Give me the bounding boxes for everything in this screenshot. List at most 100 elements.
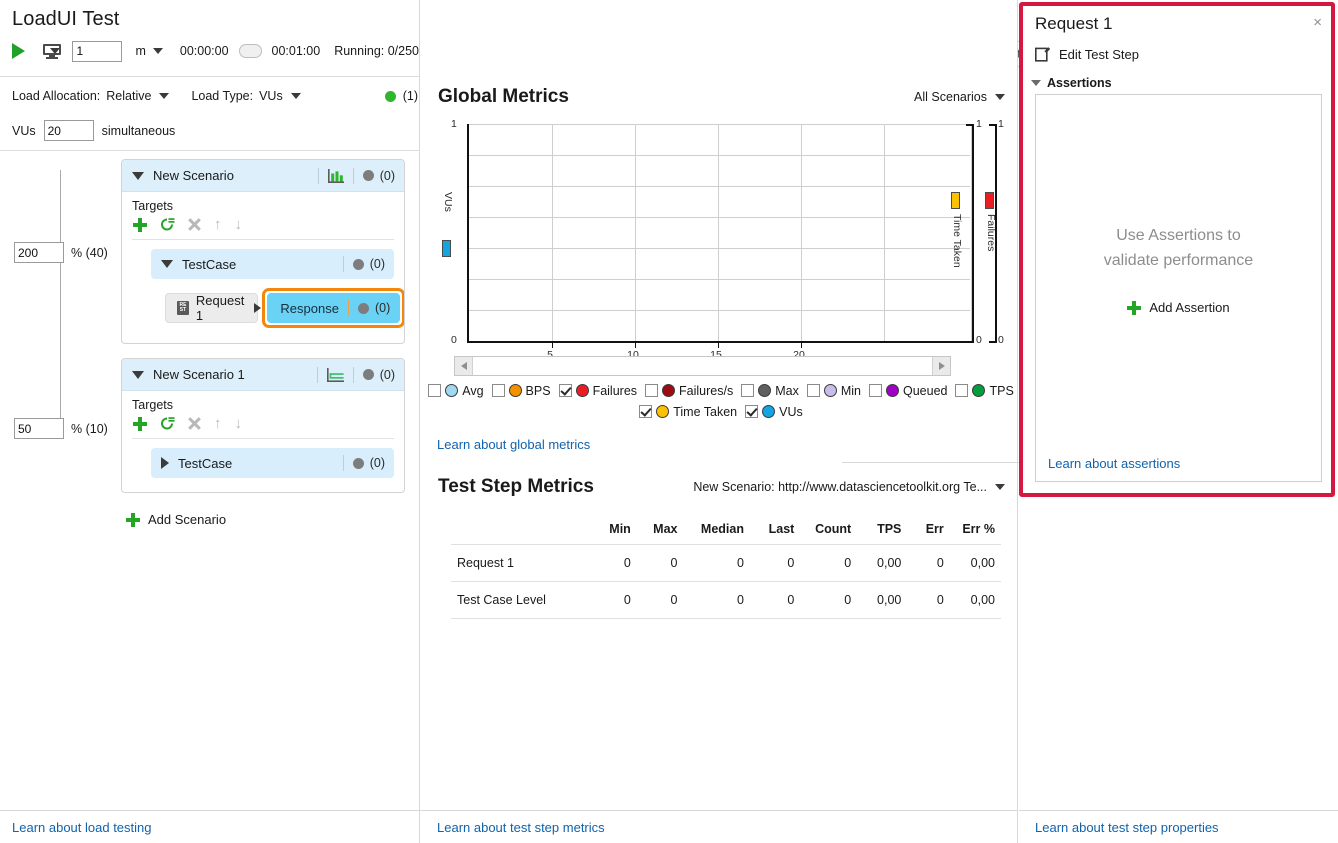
legend-checkbox-queued[interactable]	[869, 384, 882, 397]
allocation-input-0[interactable]	[14, 242, 64, 263]
vus-label: VUs	[12, 123, 36, 138]
clone-target-icon[interactable]	[160, 416, 175, 431]
vus-input[interactable]	[43, 120, 94, 141]
limit-value-input[interactable]	[72, 40, 123, 62]
move-up-icon[interactable]: ↑	[214, 217, 222, 232]
legend-checkbox-tps[interactable]	[955, 384, 969, 397]
legend-checkbox-vus[interactable]	[745, 405, 759, 418]
legend-checkbox-time-taken[interactable]	[639, 405, 653, 418]
testcase-name-0: TestCase	[182, 256, 237, 272]
legend-item-min[interactable]: Min	[806, 384, 861, 398]
add-target-icon[interactable]	[133, 217, 147, 232]
testcase-expand-icon-1[interactable]	[161, 457, 169, 469]
legend-checkbox-avg[interactable]	[428, 384, 442, 397]
legend-item-queued[interactable]: Queued	[869, 384, 947, 398]
legend-checkbox-bps[interactable]	[491, 384, 505, 397]
scroll-thumb[interactable]	[473, 357, 932, 375]
legend-color-failures	[575, 384, 589, 397]
legend-label-failures-per-sec: Failures/s	[679, 383, 734, 398]
legend-item-vus[interactable]: VUs	[745, 405, 803, 419]
move-down-icon[interactable]: ↓	[235, 416, 243, 431]
footer-link-test-step-properties[interactable]: Learn about test step properties	[1035, 820, 1219, 835]
load-type-caret[interactable]	[290, 93, 301, 99]
test-step-response[interactable]: Response (0)	[267, 293, 401, 323]
assertions-link[interactable]: Learn about assertions	[1048, 456, 1180, 471]
limit-unit-caret[interactable]	[152, 48, 163, 54]
chevron-down-icon[interactable]	[1031, 80, 1041, 86]
chart-horizontal-scrollbar[interactable]	[454, 356, 951, 376]
footer-link-load-testing[interactable]: Learn about load testing	[12, 820, 152, 835]
legend-checkbox-failures[interactable]	[558, 384, 572, 397]
legend-color-time-taken	[656, 405, 670, 418]
add-target-icon[interactable]	[133, 416, 147, 431]
scenario-expand-icon-1[interactable]	[132, 370, 144, 379]
properties-column: Request 1 × Edit Test Step Assertions Us…	[1019, 0, 1338, 843]
bar-chart-icon[interactable]	[327, 168, 344, 183]
testcase-count-0: (0)	[369, 257, 385, 271]
failures-axis-max: 1	[998, 118, 1004, 130]
table-row[interactable]: Request 1 0 0 0 0 0 0,00 0 0,00	[451, 544, 1001, 582]
global-metrics-title: Global Metrics	[438, 86, 569, 107]
scenario-scope-dropdown[interactable]: All Scenarios	[914, 90, 1005, 104]
legend-item-time-taken[interactable]: Time Taken	[639, 405, 737, 419]
test-step-metrics-header: Test Step Metrics New Scenario: http://w…	[438, 476, 1005, 498]
legend-item-failures[interactable]: Failures	[558, 383, 638, 398]
legend-checkbox-max[interactable]	[741, 384, 755, 397]
testcase-row-0[interactable]: TestCase (0)	[151, 249, 394, 279]
step-row-0: RE ST Request 1 Response (0)	[165, 288, 404, 328]
cell-min: 0	[590, 581, 637, 619]
scenario-expand-icon-0[interactable]	[132, 171, 144, 180]
card-divider-1	[132, 438, 394, 439]
ramp-chart-icon[interactable]	[326, 367, 344, 382]
assertions-section-header[interactable]: Assertions	[1031, 76, 1112, 90]
total-time: 00:01:00	[271, 44, 321, 58]
footer-divider-right	[1019, 810, 1338, 811]
move-down-icon[interactable]: ↓	[235, 217, 243, 232]
legend-item-avg[interactable]: Avg	[428, 384, 484, 398]
legend-color-queued	[886, 384, 899, 397]
legend-item-tps[interactable]: TPS	[955, 384, 1014, 398]
close-icon[interactable]: ×	[1313, 15, 1322, 30]
legend-label-failures: Failures	[592, 383, 638, 398]
footer-divider-left	[0, 810, 421, 811]
agent-icon[interactable]	[43, 44, 61, 59]
scroll-left-button[interactable]	[455, 357, 473, 375]
add-assertion-button[interactable]: Add Assertion	[1036, 300, 1321, 315]
footer-link-test-step-metrics[interactable]: Learn about test step metrics	[437, 820, 605, 835]
test-step-label-0: Request 1	[195, 293, 245, 323]
testcase-row-1[interactable]: TestCase (0)	[151, 448, 394, 478]
assertions-list[interactable]: Use Assertions to validate performance A…	[1035, 94, 1322, 482]
test-step-scope-dropdown[interactable]: New Scenario: http://www.datasciencetool…	[693, 480, 1005, 494]
legend-color-avg	[445, 384, 459, 397]
col-err: Err	[925, 522, 944, 536]
delete-target-icon[interactable]	[188, 218, 201, 231]
load-type-value[interactable]: VUs	[259, 89, 283, 103]
scenario-header-1[interactable]: New Scenario 1 (0)	[122, 359, 404, 391]
scroll-right-button[interactable]	[932, 357, 950, 375]
allocation-1: % (10)	[14, 418, 108, 439]
legend-checkbox-min[interactable]	[806, 384, 820, 397]
plot-region[interactable]	[467, 124, 972, 348]
legend-checkbox-failures-per-sec[interactable]	[645, 384, 659, 397]
move-up-icon[interactable]: ↑	[214, 416, 222, 431]
delete-target-icon[interactable]	[188, 417, 201, 430]
scenario-header-0[interactable]: New Scenario (0)	[122, 160, 404, 192]
add-assertion-label: Add Assertion	[1149, 300, 1230, 315]
legend-item-bps[interactable]: BPS	[491, 384, 551, 398]
table-row[interactable]: Test Case Level 0 0 0 0 0 0,00 0 0,00	[451, 581, 1001, 619]
load-allocation-caret[interactable]	[159, 93, 170, 99]
edit-test-step-button[interactable]: Edit Test Step	[1035, 46, 1139, 62]
allocation-input-1[interactable]	[14, 418, 64, 439]
y-axis-min-label: 0	[451, 334, 457, 346]
run-progress-bar[interactable]	[238, 44, 262, 58]
run-button[interactable]	[12, 43, 25, 59]
legend-item-failures-per-sec[interactable]: Failures/s	[645, 384, 733, 398]
global-metrics-link[interactable]: Learn about global metrics	[437, 437, 590, 452]
test-step-request-1[interactable]: RE ST Request 1	[165, 293, 259, 323]
load-allocation-value[interactable]: Relative	[106, 89, 151, 103]
legend-item-max[interactable]: Max	[741, 384, 799, 398]
testcase-expand-icon-0[interactable]	[161, 260, 173, 268]
chevron-down-icon	[995, 484, 1005, 490]
clone-target-icon[interactable]	[160, 217, 175, 232]
add-scenario-button[interactable]: Add Scenario	[126, 512, 226, 527]
